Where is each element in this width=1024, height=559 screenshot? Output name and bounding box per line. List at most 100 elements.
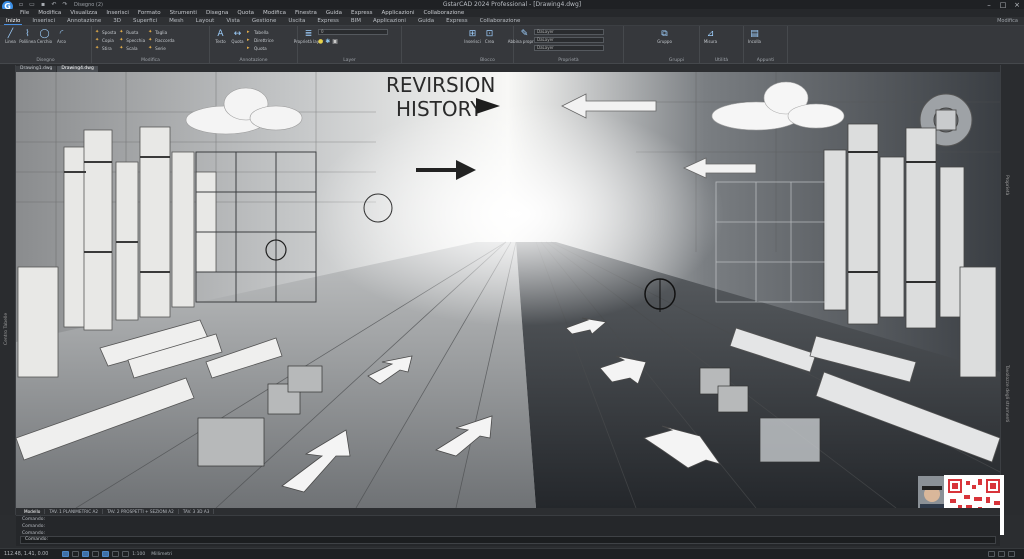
- annotation-tool-icon: ▸: [247, 37, 250, 43]
- new-file-icon[interactable]: ▫: [17, 1, 25, 8]
- ribbon-tab[interactable]: Mesh: [167, 18, 185, 24]
- ribbon-tab[interactable]: Layout: [194, 18, 217, 24]
- modify-tool-button[interactable]: ✦ Scala: [119, 44, 145, 52]
- menu-item[interactable]: Strumenti: [170, 10, 197, 16]
- otrack-toggle[interactable]: [112, 551, 120, 557]
- layer-on-icon[interactable]: ●: [318, 38, 323, 45]
- save-icon[interactable]: ▪: [39, 1, 47, 8]
- ribbon-tab[interactable]: Applicazioni: [371, 18, 408, 24]
- ribbon-tab[interactable]: Inizio: [4, 18, 23, 25]
- ribbon-tab[interactable]: Uscita: [286, 18, 307, 24]
- misura-button[interactable]: ⊿ Misura: [703, 28, 718, 45]
- ribbon-tab[interactable]: Collaborazione: [478, 18, 523, 24]
- button-label: Incolla: [747, 39, 762, 44]
- ribbon-tab[interactable]: Inserisci: [30, 18, 57, 24]
- menu-item[interactable]: Modifica: [38, 10, 61, 16]
- right-palette[interactable]: Proprietà Tavolozze degli strumenti: [1000, 65, 1024, 515]
- cerchio-button[interactable]: ◯ Cerchio: [36, 28, 53, 45]
- menu-item[interactable]: Inserisci: [106, 10, 129, 16]
- gruppo-button[interactable]: ⧉ Gruppo: [657, 28, 672, 45]
- ribbon-tab[interactable]: 3D: [111, 18, 123, 24]
- quick-access-drawing-name[interactable]: Disegno (2): [74, 2, 103, 8]
- property-combo[interactable]: DaLayer: [534, 37, 604, 43]
- close-icon[interactable]: ×: [1010, 1, 1024, 9]
- modify-tool-button[interactable]: ✦ Sposta: [95, 28, 116, 36]
- menu-item[interactable]: Finestra: [295, 10, 317, 16]
- units-display[interactable]: Millimetri: [151, 552, 172, 557]
- menu-item[interactable]: Applicazioni: [382, 10, 415, 16]
- layout-tab[interactable]: Modello: [20, 509, 46, 514]
- modify-tool-button[interactable]: ✦ Specchia: [119, 36, 145, 44]
- modify-tool-button[interactable]: ✦ Copia: [95, 36, 116, 44]
- workspace-toggle[interactable]: [988, 551, 995, 557]
- ribbon-tab[interactable]: Guida: [416, 18, 436, 24]
- annotation-tool-button[interactable]: ▸ Quota: [247, 44, 274, 52]
- lineweight-toggle[interactable]: [122, 551, 130, 557]
- menu-item[interactable]: Guida: [326, 10, 342, 16]
- layout-tab[interactable]: TAV. 1 PLANIMETRIC A2: [45, 509, 104, 514]
- proprietà-layer-button[interactable]: ≣ Proprietà layer: [294, 28, 323, 45]
- menu-item[interactable]: Modifica: [263, 10, 286, 16]
- menu-item[interactable]: Collaborazione: [424, 10, 465, 16]
- property-combo[interactable]: DaLayer: [534, 29, 604, 35]
- polar-toggle[interactable]: [92, 551, 100, 557]
- testo-button[interactable]: A Testo: [213, 28, 228, 45]
- left-palette[interactable]: Centro Tabelle: [0, 65, 16, 515]
- undo-icon[interactable]: ↶: [50, 1, 58, 8]
- layout-tab[interactable]: TAV. 3 3D A3: [179, 509, 215, 514]
- workspace-select[interactable]: Modifica: [997, 18, 1018, 24]
- ribbon-group-title: Utilità: [714, 58, 729, 63]
- button-label: Misura: [703, 39, 718, 44]
- polilinea-button[interactable]: ⌇ Polilinea: [19, 28, 36, 45]
- ribbon-tab[interactable]: Gestione: [250, 18, 278, 24]
- annotation-tool-button[interactable]: ▸ Direttrice: [247, 36, 274, 44]
- ribbon-tabs: Inizio Inserisci Annotazione 3D Superfici Mes…: [0, 17, 1024, 26]
- modify-tool-button[interactable]: ✦ Raccorda: [148, 36, 174, 44]
- crea-button[interactable]: ⊡ Crea: [482, 28, 497, 45]
- open-file-icon[interactable]: ▭: [28, 1, 36, 8]
- layer-freeze-icon[interactable]: ✱: [325, 38, 330, 45]
- inserisci-button[interactable]: ⊞ Inserisci: [464, 28, 480, 45]
- annotation-scale[interactable]: 1:100: [132, 552, 145, 557]
- ribbon-tab[interactable]: Superfici: [131, 18, 159, 24]
- layout-tab[interactable]: TAV. 2 PROSPETTI + SEZIONI A2: [103, 509, 179, 514]
- create-block-icon: ⊡: [485, 28, 494, 39]
- menu-item[interactable]: Formato: [138, 10, 161, 16]
- modify-tool-button[interactable]: ✦ Serie: [148, 44, 174, 52]
- layer-combo[interactable]: 0: [318, 29, 388, 35]
- annotation-tool-button[interactable]: ▸ Tabella: [247, 28, 274, 36]
- menu-item[interactable]: Disegna: [206, 10, 228, 16]
- incolla-button[interactable]: ▤ Incolla: [747, 28, 762, 45]
- settings-icon[interactable]: [1008, 551, 1015, 557]
- button-label: Cerchio: [36, 39, 53, 44]
- modify-tool-button[interactable]: ✦ Ruota: [119, 28, 145, 36]
- ribbon-tab[interactable]: Express: [444, 18, 469, 24]
- grid-toggle[interactable]: [72, 551, 80, 557]
- property-combo[interactable]: DaLayer: [534, 45, 604, 51]
- redo-icon[interactable]: ↷: [61, 1, 69, 8]
- layer-lock-icon[interactable]: ▣: [332, 38, 338, 45]
- drawing-canvas[interactable]: REVIRSION HISTORY: [16, 72, 1000, 508]
- maximize-icon[interactable]: □: [996, 1, 1010, 9]
- quota-button[interactable]: ↔ Quota: [230, 28, 245, 45]
- command-input[interactable]: Comando:: [20, 536, 996, 544]
- ribbon-tab[interactable]: Vista: [224, 18, 242, 24]
- abbina-proprietà-button[interactable]: ✎ Abbina proprietà: [508, 28, 542, 45]
- minimize-icon[interactable]: –: [982, 1, 996, 9]
- menu-item[interactable]: Visualizza: [70, 10, 97, 16]
- modify-tool-button[interactable]: ✦ Stira: [95, 44, 116, 52]
- snap-toggle[interactable]: [62, 551, 70, 557]
- ribbon-tab[interactable]: Express: [315, 18, 340, 24]
- osnap-toggle[interactable]: [102, 551, 110, 557]
- linea-button[interactable]: ╱ Linea: [3, 28, 18, 45]
- menu-item[interactable]: File: [20, 10, 29, 16]
- modify-tool-icon: ✦: [95, 37, 100, 43]
- arco-button[interactable]: ◜ Arco: [54, 28, 69, 45]
- menu-item[interactable]: Express: [351, 10, 372, 16]
- menu-item[interactable]: Quota: [237, 10, 254, 16]
- ribbon-tab[interactable]: BIM: [349, 18, 363, 24]
- modify-tool-button[interactable]: ✦ Taglia: [148, 28, 174, 36]
- ribbon-tab[interactable]: Annotazione: [65, 18, 103, 24]
- fullscreen-icon[interactable]: [998, 551, 1005, 557]
- ortho-toggle[interactable]: [82, 551, 90, 557]
